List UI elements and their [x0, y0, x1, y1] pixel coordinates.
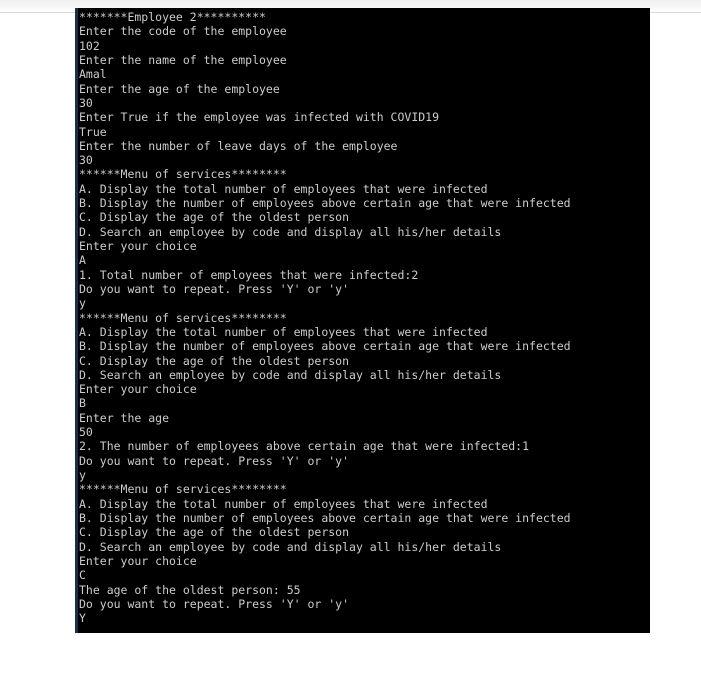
console-line: Do you want to repeat. Press 'Y' or 'y' — [79, 453, 350, 468]
console-output[interactable]: *******Employee 2********** Enter the cod… — [78, 10, 650, 633]
console-window[interactable]: *******Employee 2********** Enter the cod… — [75, 8, 650, 633]
console-line: Enter True if the employee was infected … — [79, 110, 440, 125]
console-line: ******Menu of services******** — [79, 310, 287, 325]
console-line: Enter your choice — [79, 239, 197, 253]
console-line: Y — [79, 611, 86, 626]
console-line: ******Menu of services******** — [79, 167, 287, 182]
console-line: D. Search an employee by code and displa… — [79, 367, 502, 382]
console-line: 30 — [79, 95, 93, 110]
console-line: True — [79, 124, 107, 139]
console-line: B. Display the number of employees above… — [79, 196, 571, 211]
console-line: B — [79, 396, 86, 411]
console-line: A. Display the total number of employees… — [79, 324, 488, 339]
console-line: Enter your choice — [79, 382, 197, 397]
console-line: C. Display the age of the oldest person — [79, 353, 350, 368]
console-line: 50 — [79, 425, 93, 440]
console-line: D. Search an employee by code and displa… — [79, 539, 502, 554]
console-line: C. Display the age of the oldest person — [79, 525, 350, 540]
console-line: The age of the oldest person: 55 — [79, 582, 301, 597]
console-line: y — [79, 296, 86, 311]
console-line: Enter the age — [79, 410, 170, 425]
console-line: Enter the name of the employee — [79, 52, 287, 67]
console-line: y — [79, 468, 86, 482]
console-line: *******Employee 2********** — [79, 10, 266, 24]
console-line: C. Display the age of the oldest person — [79, 210, 350, 225]
console-line: A. Display the total number of employees… — [79, 181, 488, 196]
console-line: A — [79, 253, 86, 268]
console-line: Enter the number of leave days of the em… — [79, 138, 398, 153]
console-line: 1. Total number of employees that were i… — [79, 267, 419, 282]
console-line: Enter the code of the employee — [79, 24, 287, 39]
console-line: B. Display the number of employees above… — [79, 510, 571, 525]
console-line: C — [79, 568, 86, 583]
console-line: 30 — [79, 153, 93, 168]
console-line: 102 — [79, 38, 100, 53]
console-line: Do you want to repeat. Press 'Y' or 'y' — [79, 281, 350, 296]
console-line: Amal — [79, 67, 107, 82]
console-line: ******Menu of services******** — [79, 482, 287, 497]
console-line: A. Display the total number of employees… — [79, 496, 488, 511]
console-line: Enter the age of the employee — [79, 81, 280, 96]
console-line: Do you want to repeat. Press 'Y' or 'y' — [79, 596, 350, 611]
console-line: B. Display the number of employees above… — [79, 339, 571, 354]
console-line: D. Search an employee by code and displa… — [79, 224, 502, 239]
console-line: Enter your choice — [79, 553, 197, 568]
console-line: 2. The number of employees above certain… — [79, 439, 530, 454]
